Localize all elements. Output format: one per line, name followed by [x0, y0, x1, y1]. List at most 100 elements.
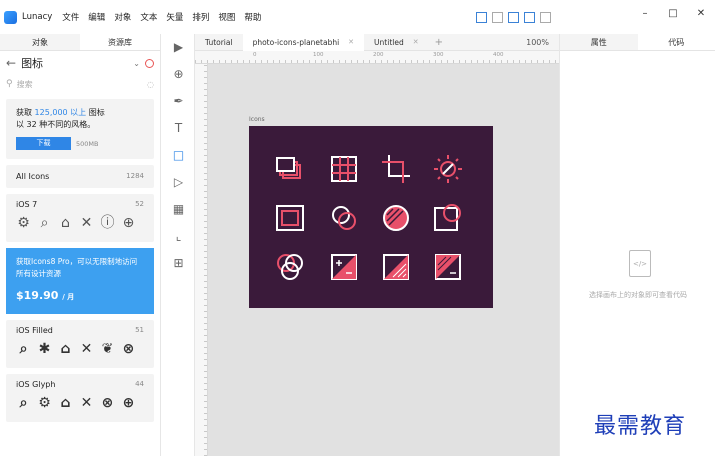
- icon-set-ios-filled[interactable]: iOS Filled 51 ⌕ ✱ ⌂ ✕ ❦ ⊗: [6, 320, 154, 368]
- app-name: Lunacy: [22, 12, 53, 22]
- pixel-toggle-icon[interactable]: [524, 12, 535, 23]
- search-icon[interactable]: ⌕: [16, 396, 31, 411]
- crop-icon[interactable]: [379, 152, 413, 186]
- all-icons-row[interactable]: All Icons 1284: [6, 165, 154, 188]
- icon-set-ios7[interactable]: iOS 7 52 ⚙ ⌕ ⌂ ✕ ⓘ ⊕: [6, 194, 154, 242]
- tab-code[interactable]: 代码: [637, 34, 715, 50]
- exposure-icon[interactable]: [327, 250, 361, 284]
- icons8-logo-icon[interactable]: [145, 58, 154, 68]
- left-panel-tabs: 对象 资源库: [0, 34, 160, 51]
- ui-toggle-icon[interactable]: [508, 12, 519, 23]
- settings-icon[interactable]: ⚙: [16, 216, 31, 231]
- icon-set-ios-glyph[interactable]: iOS Glyph 44 ⌕ ⚙ ⌂ ✕ ⊗ ⊕: [6, 374, 154, 422]
- maximize-button[interactable]: □: [659, 8, 687, 19]
- minimize-button[interactable]: –: [631, 8, 659, 19]
- right-panel-tabs: 属性 代码: [560, 34, 715, 51]
- doc-tab-photo-icons[interactable]: photo-icons-planetabhi ✕: [242, 33, 365, 51]
- menu-text[interactable]: 文本: [140, 11, 157, 23]
- close-tab-icon[interactable]: ✕: [348, 38, 354, 46]
- close-button[interactable]: ✕: [687, 8, 715, 19]
- set-name: iOS Filled: [16, 326, 53, 335]
- search-icon[interactable]: ⌕: [37, 216, 52, 231]
- overlap-circles-icon[interactable]: [327, 201, 361, 235]
- rectangle-tool-icon[interactable]: □: [162, 142, 195, 169]
- search-icon: ⚲: [6, 79, 13, 89]
- tab-properties[interactable]: 属性: [560, 34, 638, 50]
- search-icon[interactable]: ⌕: [16, 342, 31, 357]
- search-input[interactable]: 搜索: [17, 79, 147, 90]
- plus-icon[interactable]: ⊕: [121, 216, 136, 231]
- set-name: iOS Glyph: [16, 380, 56, 389]
- settings-icon[interactable]: ⚙: [37, 396, 52, 411]
- contrast-icon[interactable]: [379, 250, 413, 284]
- document-tabs: Tutorial photo-icons-planetabhi ✕ Untitl…: [195, 33, 559, 51]
- brightness-icon[interactable]: [431, 152, 465, 186]
- title-bar: Lunacy 文件 编辑 对象 文本 矢量 排列 视图 帮助 – □ ✕: [0, 0, 715, 34]
- close-tab-icon[interactable]: ✕: [413, 38, 419, 46]
- cancel-icon[interactable]: ⊗: [121, 342, 136, 357]
- zoom-level[interactable]: 100%: [526, 38, 549, 47]
- preview-toggle-icon[interactable]: [540, 12, 551, 23]
- gradient-circle-icon[interactable]: [379, 201, 413, 235]
- menu-bar: 文件 编辑 对象 文本 矢量 排列 视图 帮助: [62, 11, 270, 23]
- home-icon[interactable]: ⌂: [58, 342, 73, 357]
- shape-tool-icon[interactable]: ▷: [162, 169, 195, 196]
- components-tool-icon[interactable]: ⊞: [162, 250, 195, 277]
- tab-objects[interactable]: 对象: [0, 34, 80, 50]
- mask-icon[interactable]: [431, 201, 465, 235]
- new-tab-icon[interactable]: +: [429, 34, 449, 51]
- minus-exposure-icon[interactable]: [431, 250, 465, 284]
- category-title[interactable]: 图标: [21, 55, 133, 71]
- rgb-circles-icon[interactable]: [273, 250, 307, 284]
- layers-icon[interactable]: [273, 152, 307, 186]
- layout-toggle-icon[interactable]: [476, 12, 487, 23]
- close-icon[interactable]: ✕: [79, 216, 94, 231]
- all-icons-count: 1284: [126, 172, 144, 180]
- back-arrow-icon[interactable]: ←: [6, 56, 16, 70]
- frame-label[interactable]: Icons: [249, 116, 265, 123]
- grid-toggle-icon[interactable]: [492, 12, 503, 23]
- pen-tool-icon[interactable]: ✒: [162, 88, 195, 115]
- home-icon[interactable]: ⌂: [58, 216, 73, 231]
- toolbar-toggles: [476, 12, 551, 23]
- crop-tool-icon[interactable]: ⌞: [162, 223, 195, 250]
- menu-help[interactable]: 帮助: [244, 11, 261, 23]
- grid-icon[interactable]: [327, 152, 361, 186]
- info-icon[interactable]: ⓘ: [100, 216, 115, 231]
- clear-icon[interactable]: ◌: [147, 80, 154, 89]
- menu-vector[interactable]: 矢量: [166, 11, 183, 23]
- tool-bar: ▶ ⊕ ✒ T □ ▷ ▦ ⌞ ⊞: [162, 34, 195, 456]
- close-icon[interactable]: ✕: [79, 342, 94, 357]
- twitter-icon[interactable]: ❦: [100, 342, 115, 357]
- menu-file[interactable]: 文件: [62, 11, 79, 23]
- promo-line-1: 获取 125,000 以上 图标: [16, 108, 105, 117]
- download-button[interactable]: 下载: [16, 137, 71, 150]
- empty-hint: 选择画布上的对象即可查看代码: [589, 291, 687, 299]
- doc-tab-tutorial[interactable]: Tutorial: [195, 34, 243, 51]
- menu-arrange[interactable]: 排列: [192, 11, 209, 23]
- set-count: 44: [135, 380, 144, 388]
- menu-view[interactable]: 视图: [218, 11, 235, 23]
- tab-library[interactable]: 资源库: [80, 34, 160, 50]
- icons-frame[interactable]: [249, 126, 493, 308]
- image-tool-icon[interactable]: ▦: [162, 196, 195, 223]
- right-panel: 属性 代码 </> 选择画布上的对象即可查看代码: [559, 34, 715, 456]
- vertical-ruler: [195, 64, 208, 456]
- settings-icon[interactable]: ✱: [37, 342, 52, 357]
- chevron-down-icon[interactable]: ⌄: [133, 59, 140, 68]
- text-tool-icon[interactable]: T: [162, 115, 195, 142]
- pro-promo-card[interactable]: 获取Icons8 Pro，可以无限制地访问所有设计资源 $19.90 / 月: [6, 248, 154, 314]
- menu-object[interactable]: 对象: [114, 11, 131, 23]
- search-bar[interactable]: ⚲ 搜索 ◌: [0, 75, 160, 93]
- menu-edit[interactable]: 编辑: [88, 11, 105, 23]
- frame-icon[interactable]: [273, 201, 307, 235]
- doc-tab-untitled[interactable]: Untitled ✕: [364, 34, 429, 51]
- cancel-icon[interactable]: ⊗: [100, 396, 115, 411]
- zoom-tool-icon[interactable]: ⊕: [162, 61, 195, 88]
- canvas[interactable]: 0 100 200 300 400 Icons: [195, 51, 559, 456]
- horizontal-ruler: 0 100 200 300 400: [195, 51, 559, 64]
- select-tool-icon[interactable]: ▶: [162, 34, 195, 61]
- plus-icon[interactable]: ⊕: [121, 396, 136, 411]
- close-icon[interactable]: ✕: [79, 396, 94, 411]
- home-icon[interactable]: ⌂: [58, 396, 73, 411]
